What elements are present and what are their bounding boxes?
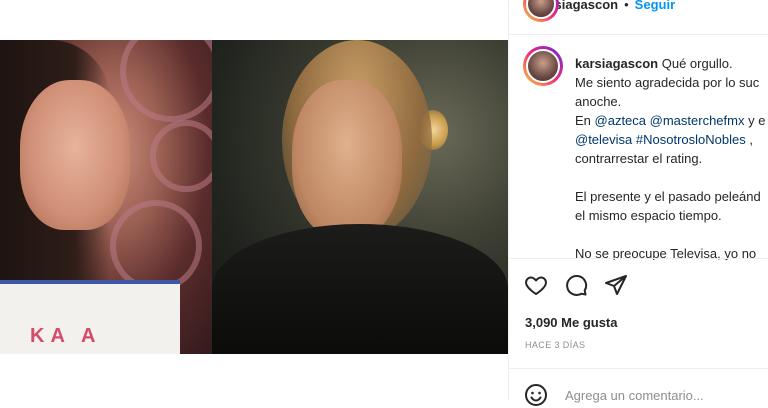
apron-text: KA A bbox=[30, 325, 102, 347]
caption-username[interactable]: karsiagascon bbox=[575, 56, 658, 71]
caption-text: karsiagascon Qué orgullo. Me siento agra… bbox=[575, 54, 768, 260]
time-ago: HACE 3 DÍAS bbox=[525, 340, 586, 350]
comment-input[interactable] bbox=[563, 386, 747, 404]
comment-row bbox=[523, 382, 747, 408]
post-header: karsiagascon • Seguir bbox=[523, 0, 675, 22]
hashtag-link[interactable]: #NosotrosloNobles bbox=[636, 132, 746, 147]
caption-line: El presente y el pasado peleánd bbox=[575, 189, 761, 204]
caption-line: , bbox=[745, 132, 753, 147]
caption-line: contrarrestar el rating. bbox=[575, 151, 703, 166]
divider bbox=[509, 34, 768, 35]
caption-block: karsiagascon Qué orgullo. Me siento agra… bbox=[523, 46, 768, 260]
divider bbox=[509, 368, 768, 369]
media-area: KA A bbox=[0, 0, 508, 400]
mention-link[interactable]: @azteca bbox=[595, 113, 647, 128]
avatar[interactable] bbox=[523, 46, 563, 86]
caption-line: anoche. bbox=[575, 94, 622, 109]
share-icon[interactable] bbox=[603, 272, 629, 298]
like-count[interactable]: 3,090 Me gusta bbox=[525, 315, 618, 330]
caption-line: y e bbox=[744, 113, 766, 128]
separator-dot: • bbox=[624, 0, 629, 12]
post-sidebar: karsiagascon • Seguir karsiagascon Qué o… bbox=[508, 0, 768, 406]
caption-line: Qué orgullo. bbox=[661, 56, 733, 71]
comment-icon[interactable] bbox=[563, 272, 589, 298]
divider bbox=[509, 258, 768, 259]
mention-link[interactable]: @televisa bbox=[575, 132, 632, 147]
heart-icon[interactable] bbox=[523, 272, 549, 298]
caption-line: En bbox=[575, 113, 595, 128]
caption-line: el mismo espacio tiempo. bbox=[575, 208, 722, 223]
action-bar bbox=[523, 272, 629, 298]
emoji-icon[interactable] bbox=[523, 382, 549, 408]
mention-link[interactable]: @masterchefmx bbox=[650, 113, 745, 128]
caption-line: Me siento agradecida por lo suc bbox=[575, 75, 760, 90]
post-media[interactable]: KA A bbox=[0, 40, 508, 354]
avatar[interactable] bbox=[523, 0, 559, 22]
follow-button[interactable]: Seguir bbox=[635, 0, 675, 12]
image-left-woman: KA A bbox=[0, 40, 212, 354]
image-right-man bbox=[212, 40, 508, 354]
